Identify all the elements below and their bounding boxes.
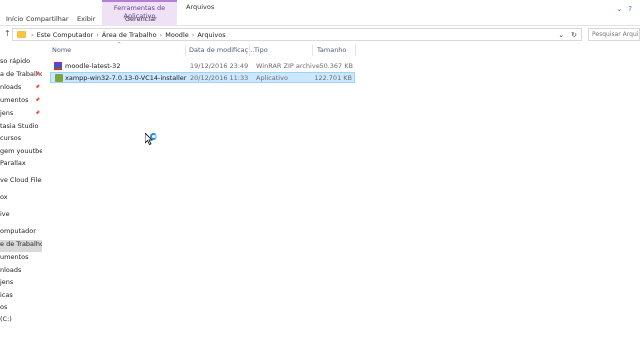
sidebar-item[interactable]: jens [0,278,42,290]
sidebar-item[interactable]: umentos [0,253,42,265]
column-divider[interactable] [355,45,356,56]
tab-home[interactable]: Início [6,15,23,23]
sidebar-item-label: tasia Studio [0,122,39,130]
file-row-selected[interactable]: xampp-win32-7.0.13-0-VC14-installer 20/1… [50,72,355,83]
sidebar-item-label: (C:) [0,315,12,323]
sort-up-icon: ^ [117,42,122,48]
sidebar-item-label: so rápido [0,57,31,65]
tab-arquivos[interactable]: Arquivos [186,3,214,11]
chevron-right-icon: › [31,31,34,39]
sidebar-item[interactable]: ive [0,210,42,222]
sidebar-item[interactable]: so rápido [0,57,42,69]
file-size: 50.367 KB [319,62,353,70]
address-tools: ⌄ ↻ [558,31,577,39]
sidebar-item[interactable]: omputador [0,227,42,239]
sidebar-item[interactable]: os [0,303,42,315]
chevron-right-icon: › [96,31,99,39]
sidebar-item[interactable]: ve Cloud Files [0,176,42,188]
crumb-desktop[interactable]: Área de Trabalho [102,31,157,39]
file-date: 19/12/2016 23:49 [190,62,249,70]
breadcrumb: › Este Computador › Área de Trabalho › M… [31,31,226,39]
address-row: ↑ › Este Computador › Área de Trabalho ›… [0,27,640,42]
refresh-icon[interactable]: ↻ [571,31,577,39]
navigation-pane: so rápido a de Trabalho 📌 nloads 📌 umentos 📌 je… [0,50,42,360]
sidebar-item-label: jens [0,109,14,117]
column-date[interactable]: Data de modificaç... [189,46,254,54]
column-type[interactable]: Tipo [254,46,268,54]
sidebar-item[interactable]: cursos [0,134,42,146]
window-controls: ⌄ ? [616,5,632,13]
address-bar[interactable]: › Este Computador › Área de Trabalho › M… [12,28,582,41]
sidebar-item-label: ox [0,193,8,201]
folder-icon [17,31,26,38]
ribbon: Ferramentas de Aplicativo Início Compart… [0,0,640,26]
sidebar-item-label: os [0,303,8,311]
crumb-arquivos[interactable]: Arquivos [197,31,225,39]
file-row[interactable]: moodle-latest-32 19/12/2016 23:49 WinRAR… [50,61,355,72]
sidebar-item-label: ive [0,210,10,218]
column-size[interactable]: Tamanho [317,46,346,54]
chevron-down-icon[interactable]: ⌄ [616,5,622,13]
column-divider[interactable] [312,45,313,56]
chevron-right-icon: › [159,31,163,39]
sidebar-item-label: umentos [0,96,29,104]
pin-icon[interactable]: 📌 [35,84,40,89]
sidebar-item[interactable]: e de Trabalho [0,240,42,252]
pin-icon[interactable]: 📌 [35,97,40,102]
sidebar-item[interactable]: nloads 📌 [0,83,42,95]
sidebar-item-label: gem youutbe [0,147,42,155]
tab-share[interactable]: Compartilhar [26,15,69,23]
search-input[interactable]: Pesquisar Arquivos [588,28,640,41]
file-size: 122.701 KB [314,74,352,82]
sidebar-item[interactable]: nloads [0,266,42,278]
crumb-this-pc[interactable]: Este Computador [37,31,94,39]
column-divider[interactable] [249,45,250,56]
file-name: xampp-win32-7.0.13-0-VC14-installer [65,74,187,82]
file-type: Aplicativo [256,74,288,82]
chevron-right-icon: › [191,31,195,39]
sidebar-item[interactable]: (C:) [0,315,42,327]
crumb-moodle[interactable]: Moodle [165,31,189,39]
column-divider[interactable] [185,45,186,56]
dropdown-icon[interactable]: ⌄ [558,31,564,39]
sidebar-item[interactable]: umentos 📌 [0,96,42,108]
pin-icon[interactable]: 📌 [35,71,40,76]
sidebar-item-label: omputador [0,227,36,235]
sidebar-item[interactable]: Parallax [0,159,42,171]
pin-icon[interactable]: 📌 [35,110,40,115]
sidebar-item[interactable]: jens 📌 [0,109,42,121]
sidebar-item-label: ve Cloud Files [0,176,42,184]
column-name[interactable]: Nome [52,46,71,54]
sidebar-item-label: e de Trabalho [0,240,42,248]
xampp-installer-icon [55,74,63,82]
sidebar-item-label: umentos [0,253,29,261]
sidebar-item[interactable]: tasia Studio [0,122,42,134]
file-name: moodle-latest-32 [65,62,121,70]
sidebar-item-label: nloads [0,266,22,274]
sidebar-item[interactable]: ox [0,193,42,205]
file-list: ^ Nome Data de modificaç... Tipo Tamanho… [48,42,638,360]
sidebar-item-label: cursos [0,134,22,142]
tab-view[interactable]: Exibir [77,15,95,23]
sidebar-item-label: jens [0,278,14,286]
file-type: WinRAR ZIP archive [256,62,320,70]
sidebar-item-label: Parallax [0,159,26,167]
sidebar-item[interactable]: a de Trabalho 📌 [0,70,42,82]
sidebar-item-label: nloads [0,83,22,91]
sidebar-item-label: icas [0,291,13,299]
sidebar-item[interactable]: icas [0,291,42,303]
busy-spinner-icon [150,133,157,140]
up-arrow-icon[interactable]: ↑ [4,29,11,38]
winrar-zip-icon [54,62,62,70]
file-date: 20/12/2016 11:33 [190,74,249,82]
help-icon[interactable]: ? [628,5,632,13]
tab-manage[interactable]: Gerenciar [125,15,157,23]
sidebar-item[interactable]: gem youutbe [0,147,42,159]
